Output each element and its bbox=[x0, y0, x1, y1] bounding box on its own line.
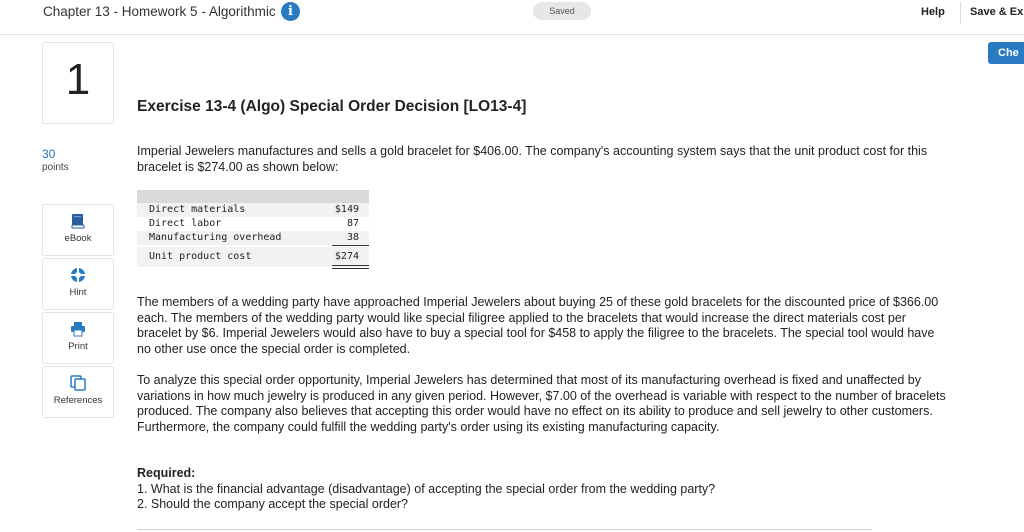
cost-item-amount: 38 bbox=[346, 232, 359, 243]
cost-table-header bbox=[137, 190, 369, 203]
cost-item-label: Manufacturing overhead bbox=[149, 232, 282, 243]
references-button[interactable]: References bbox=[42, 366, 114, 418]
points-label: points bbox=[42, 162, 69, 173]
top-bar: Chapter 13 - Homework 5 - Algorithmic i … bbox=[0, 0, 1024, 35]
required-item: 1. What is the financial advantage (disa… bbox=[137, 482, 716, 496]
assignment-title: Chapter 13 - Homework 5 - Algorithmic bbox=[43, 4, 276, 19]
hint-label: Hint bbox=[69, 287, 87, 298]
cost-table: Direct materials $149 Direct labor 87 Ma… bbox=[137, 190, 369, 269]
cost-row-manufacturing-overhead: Manufacturing overhead 38 bbox=[137, 231, 369, 246]
print-label: Print bbox=[68, 341, 88, 352]
print-button[interactable]: Print bbox=[42, 312, 114, 364]
points-value: 30 bbox=[42, 147, 56, 161]
saved-status-badge: Saved bbox=[533, 2, 591, 20]
content-divider bbox=[137, 529, 872, 530]
check-my-work-button[interactable]: Che bbox=[988, 42, 1024, 64]
cost-total-label: Unit product cost bbox=[149, 251, 252, 262]
book-icon bbox=[71, 214, 85, 229]
subtotal-underline bbox=[332, 245, 369, 246]
cost-item-amount: $149 bbox=[334, 204, 359, 215]
question-number-box: 1 bbox=[42, 42, 114, 124]
references-label: References bbox=[53, 395, 103, 406]
ebook-label: eBook bbox=[64, 233, 92, 244]
total-double-underline bbox=[332, 265, 369, 269]
exercise-title: Exercise 13-4 (Algo) Special Order Decis… bbox=[137, 98, 527, 115]
documents-icon bbox=[70, 375, 86, 391]
help-button[interactable]: Help bbox=[921, 6, 945, 18]
lifebuoy-icon bbox=[71, 268, 85, 282]
intro-paragraph: Imperial Jewelers manufactures and sells… bbox=[137, 144, 928, 174]
question-number: 1 bbox=[65, 55, 91, 104]
ebook-button[interactable]: eBook bbox=[42, 204, 114, 256]
analysis-paragraph: To analyze this special order opportunit… bbox=[137, 373, 946, 434]
cost-row-total: Unit product cost $274 bbox=[137, 247, 369, 269]
info-icon[interactable]: i bbox=[281, 2, 300, 21]
save-exit-button[interactable]: Save & Ex bbox=[970, 6, 1023, 18]
cost-total-amount: $274 bbox=[334, 251, 359, 262]
cost-item-label: Direct materials bbox=[149, 204, 246, 215]
header-divider bbox=[960, 2, 961, 24]
required-label: Required: bbox=[137, 466, 196, 480]
cost-row-direct-labor: Direct labor 87 bbox=[137, 217, 369, 231]
order-paragraph: The members of a wedding party have appr… bbox=[137, 295, 939, 356]
hint-button[interactable]: Hint bbox=[42, 258, 114, 310]
printer-icon bbox=[71, 322, 85, 337]
cost-row-direct-materials: Direct materials $149 bbox=[137, 203, 369, 217]
cost-item-label: Direct labor bbox=[149, 218, 222, 229]
cost-item-amount: 87 bbox=[346, 218, 359, 229]
required-item: 2. Should the company accept the special… bbox=[137, 497, 409, 511]
